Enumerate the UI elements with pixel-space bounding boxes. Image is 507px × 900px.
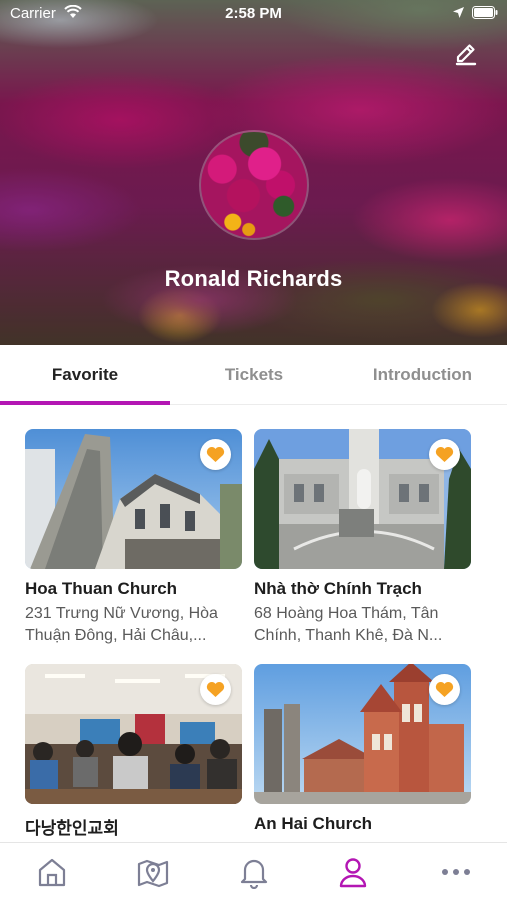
status-bar: Carrier 2:58 PM — [0, 0, 507, 28]
profile-icon[interactable] — [336, 855, 370, 889]
favorite-toggle[interactable] — [429, 439, 460, 470]
bell-icon[interactable] — [237, 855, 271, 889]
heart-icon — [435, 447, 454, 463]
bottom-navigation — [0, 842, 507, 900]
heart-icon — [206, 447, 225, 463]
edit-profile-icon[interactable] — [452, 38, 480, 66]
church-address: 231 Trưng Nữ Vương, Hòa Thuận Đông, Hải … — [25, 605, 218, 644]
profile-name: Ronald Richards — [164, 266, 343, 291]
heart-icon — [435, 682, 454, 698]
battery-icon — [472, 6, 498, 19]
profile-tabs: Favorite Tickets Introduction — [0, 345, 507, 405]
map-pin-icon[interactable] — [136, 855, 170, 889]
favorites-grid: Hoa Thuan Church 231 Trưng Nữ Vương, Hòa… — [0, 405, 507, 842]
church-name: An Hai Church — [254, 814, 373, 833]
home-icon[interactable] — [35, 855, 69, 889]
church-name: Hoa Thuan Church — [25, 579, 178, 598]
church-name: Nhà thờ Chính Trạch — [254, 579, 422, 598]
favorite-toggle[interactable] — [200, 439, 231, 470]
favorite-toggle[interactable] — [200, 674, 231, 705]
church-address: 68 Hoàng Hoa Thám, Tân Chính, Thanh Khê,… — [254, 605, 443, 644]
tab-favorite[interactable]: Favorite — [0, 345, 170, 405]
location-arrow-icon — [453, 7, 464, 18]
heart-icon — [206, 682, 225, 698]
tab-tickets[interactable]: Tickets — [170, 345, 338, 405]
more-icon[interactable] — [439, 855, 473, 889]
favorite-toggle[interactable] — [429, 674, 460, 705]
tab-introduction[interactable]: Introduction — [338, 345, 507, 405]
church-card-2[interactable]: Nhà thờ Chính Trạch 68 Hoàng Hoa Thám, T… — [254, 429, 471, 649]
church-name: 다낭한인교회 — [25, 819, 119, 838]
avatar[interactable] — [201, 132, 307, 238]
church-card-4[interactable]: An Hai Church — [254, 664, 471, 842]
church-card-3[interactable]: 다낭한인교회 — [25, 664, 242, 842]
profile-header: Carrier 2:58 PM Ronald Richards — [0, 0, 507, 345]
clock: 2:58 PM — [225, 5, 282, 22]
church-card-1[interactable]: Hoa Thuan Church 231 Trưng Nữ Vương, Hòa… — [25, 429, 242, 649]
